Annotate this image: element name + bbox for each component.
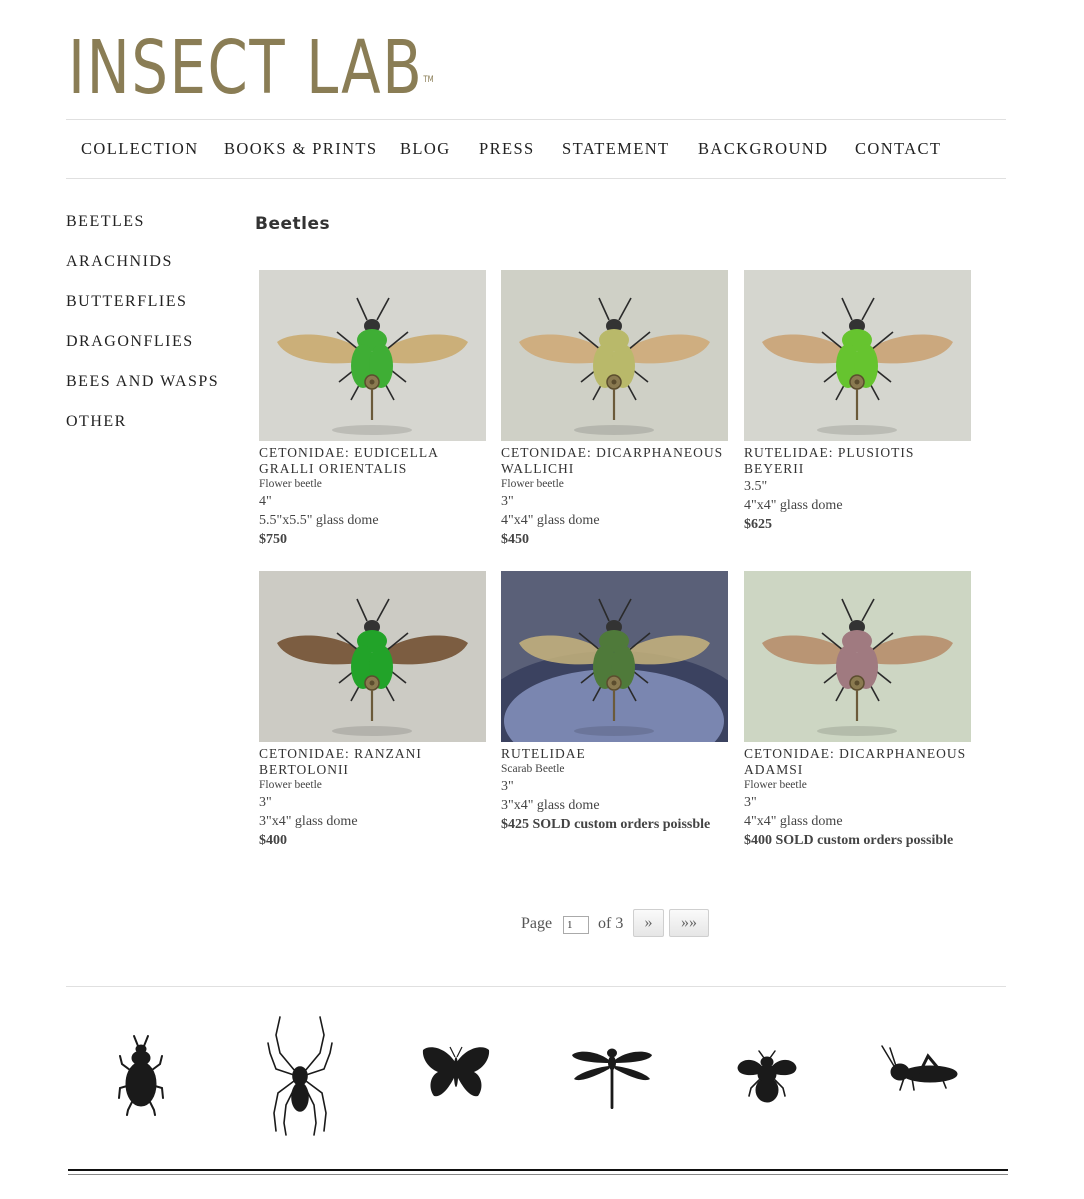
product-price: $750 — [259, 532, 287, 547]
footer-rule-thin — [68, 1174, 1008, 1175]
product-dome: 5.5"x5.5" glass dome — [259, 513, 379, 528]
product-image[interactable] — [501, 571, 728, 742]
product-card[interactable]: RUTELIDAE: PLUSIOTIS BEYERII 3.5" 4"x4" … — [744, 270, 974, 534]
product-card[interactable]: CETONIDAE: EUDICELLA GRALLI ORIENTALIS F… — [259, 270, 489, 549]
product-title[interactable]: RUTELIDAE — [501, 746, 731, 762]
product-image[interactable] — [501, 270, 728, 441]
page-label: Page — [521, 915, 553, 932]
product-common-name: Flower beetle — [501, 478, 564, 490]
main-nav: COLLECTION BOOKS & PRINTS BLOG PRESS STA… — [66, 120, 1006, 178]
product-title[interactable]: CETONIDAE: EUDICELLA GRALLI ORIENTALIS — [259, 445, 489, 477]
bee-icon[interactable] — [735, 1048, 799, 1104]
nav-background[interactable]: BACKGROUND — [698, 139, 828, 159]
page-number-input[interactable] — [563, 916, 589, 934]
product-card[interactable]: CETONIDAE: DICARPHANEOUS WALLICHI Flower… — [501, 270, 731, 549]
beetle-photo — [259, 270, 486, 441]
beetle-photo — [259, 571, 486, 742]
product-dome: 4"x4" glass dome — [501, 513, 600, 528]
sidebar-item-bees-and-wasps[interactable]: BEES AND WASPS — [66, 373, 219, 391]
product-price: $400 SOLD custom orders possible — [744, 833, 954, 848]
product-image[interactable] — [744, 270, 971, 441]
grasshopper-icon[interactable] — [878, 1044, 960, 1094]
footer-rule — [68, 1169, 1008, 1171]
nav-books-prints[interactable]: BOOKS & PRINTS — [224, 139, 377, 159]
logo-text: INSECT LAB — [68, 25, 424, 111]
product-size: 3" — [744, 795, 757, 810]
sidebar-item-arachnids[interactable]: ARACHNIDS — [66, 253, 173, 271]
beetle-photo — [501, 270, 728, 441]
product-common-name: Scarab Beetle — [501, 763, 565, 775]
product-image[interactable] — [259, 270, 486, 441]
product-title[interactable]: CETONIDAE: DICARPHANEOUS WALLICHI — [501, 445, 731, 477]
product-dome: 3"x4" glass dome — [501, 798, 600, 813]
product-card[interactable]: RUTELIDAE Scarab Beetle 3" 3"x4" glass d… — [501, 571, 731, 834]
product-common-name: Flower beetle — [259, 478, 322, 490]
product-size: 3.5" — [744, 479, 768, 494]
next-page-button[interactable]: » — [633, 909, 664, 937]
product-common-name: Flower beetle — [259, 779, 322, 791]
product-image[interactable] — [259, 571, 486, 742]
nav-blog[interactable]: BLOG — [400, 139, 451, 159]
page-title: Beetles — [255, 214, 331, 234]
sidebar-item-other[interactable]: OTHER — [66, 413, 127, 431]
product-price: $625 — [744, 517, 772, 532]
butterfly-icon[interactable] — [420, 1044, 492, 1100]
page-count-label: of 3 — [598, 915, 624, 932]
product-common-name: Flower beetle — [744, 779, 807, 791]
beetle-photo — [744, 270, 971, 441]
sidebar-item-dragonflies[interactable]: DRAGONFLIES — [66, 333, 194, 351]
spider-icon[interactable] — [266, 1013, 334, 1137]
product-price: $450 — [501, 532, 529, 547]
nav-bottom-divider — [66, 178, 1006, 179]
product-title[interactable]: CETONIDAE: RANZANI BERTOLONII — [259, 746, 489, 778]
product-price: $400 — [259, 833, 287, 848]
product-size: 4" — [259, 494, 272, 509]
trademark-mark: TM — [423, 75, 434, 85]
dragonfly-icon[interactable] — [570, 1045, 654, 1111]
nav-contact[interactable]: CONTACT — [855, 139, 941, 159]
beetle-icon[interactable] — [118, 1034, 164, 1116]
product-title[interactable]: RUTELIDAE: PLUSIOTIS BEYERII — [744, 445, 974, 477]
product-size: 3" — [501, 494, 514, 509]
product-card[interactable]: CETONIDAE: RANZANI BERTOLONII Flower bee… — [259, 571, 489, 850]
site-logo[interactable]: INSECT LABTM — [68, 26, 434, 110]
product-title[interactable]: CETONIDAE: DICARPHANEOUS ADAMSI — [744, 746, 974, 778]
product-dome: 4"x4" glass dome — [744, 814, 843, 829]
product-dome: 3"x4" glass dome — [259, 814, 358, 829]
product-card[interactable]: CETONIDAE: DICARPHANEOUS ADAMSI Flower b… — [744, 571, 974, 850]
sidebar-item-beetles[interactable]: BEETLES — [66, 213, 145, 231]
product-image[interactable] — [744, 571, 971, 742]
nav-statement[interactable]: STATEMENT — [562, 139, 670, 159]
product-price: $425 SOLD custom orders poissble — [501, 817, 711, 832]
footer-divider — [66, 986, 1006, 987]
product-size: 3" — [501, 779, 514, 794]
product-size: 3" — [259, 795, 272, 810]
nav-collection[interactable]: COLLECTION — [81, 139, 199, 159]
beetle-photo — [744, 571, 971, 742]
last-page-button[interactable]: »» — [669, 909, 709, 937]
beetle-photo — [501, 571, 728, 742]
sidebar-item-butterflies[interactable]: BUTTERFLIES — [66, 293, 187, 311]
product-dome: 4"x4" glass dome — [744, 498, 843, 513]
nav-press[interactable]: PRESS — [479, 139, 535, 159]
